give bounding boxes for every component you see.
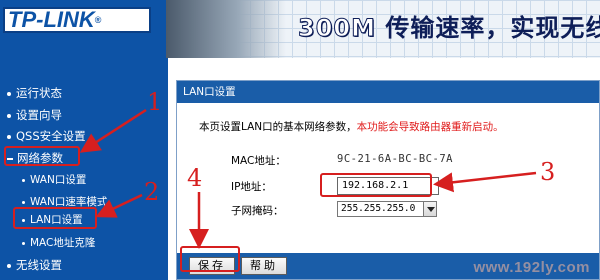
sidebar-item-label: WAN口设置 <box>30 174 87 186</box>
sidebar-item-wizard[interactable]: 设置向导 <box>7 108 62 122</box>
banner-slogan: 300M 传输速率，实现无线 <box>298 8 600 43</box>
sidebar-nav: 运行状态 设置向导 QSS安全设置 网络参数 WAN口设置 WAN口速率模式 L… <box>0 58 168 280</box>
banner-speed: 300M <box>298 14 376 43</box>
intro-text: 本页设置LAN口的基本网络参数， <box>199 121 357 133</box>
promo-banner: 300M 传输速率，实现无线 <box>166 0 600 58</box>
sidebar-item-wan[interactable]: WAN口设置 <box>22 173 86 187</box>
logo-text: TP-LINK <box>8 7 95 32</box>
bullet-icon <box>7 263 11 268</box>
help-button[interactable]: 帮助 <box>241 257 287 275</box>
panel-intro: 本页设置LAN口的基本网络参数，本功能会导致路由器重新启动。 <box>199 119 504 134</box>
annotation-number-4: 4 <box>187 164 203 192</box>
sidebar-item-label: 无线设置 <box>16 258 62 272</box>
mac-label: MAC地址： <box>231 155 286 167</box>
sidebar-item-label: 运行状态 <box>16 86 62 100</box>
annotation-box-save <box>180 246 240 272</box>
chevron-down-icon[interactable] <box>423 201 437 217</box>
bullet-icon <box>7 113 11 118</box>
sidebar-item-qss[interactable]: QSS安全设置 <box>7 129 86 143</box>
ip-label: IP地址： <box>231 181 272 193</box>
bullet-icon <box>22 178 25 182</box>
sidebar-item-label: QSS安全设置 <box>16 129 86 143</box>
bullet-icon <box>22 200 25 204</box>
subnet-mask-select[interactable]: 255.255.255.0 <box>337 201 425 217</box>
banner-graphic <box>166 0 286 58</box>
annotation-box-lan <box>13 207 97 229</box>
annotation-box-ip <box>320 173 432 197</box>
logo-registered-mark: ® <box>94 15 102 25</box>
annotation-number-2: 2 <box>144 178 160 206</box>
sidebar-item-wireless[interactable]: 无线设置 <box>7 258 62 272</box>
annotation-box-network <box>4 146 80 166</box>
annotation-number-1: 1 <box>147 88 163 116</box>
sidebar-item-label: MAC地址克隆 <box>30 237 96 249</box>
banner-slogan-text: 传输速率，实现无线 <box>385 14 600 42</box>
tp-link-logo: TP-LINK® <box>3 7 151 33</box>
mac-value: 9C-21-6A-BC-BC-7A <box>337 153 453 165</box>
bullet-icon <box>22 241 25 245</box>
bullet-icon <box>7 91 11 96</box>
bullet-icon <box>7 134 11 139</box>
subnet-mask-label: 子网掩码： <box>231 205 284 217</box>
sidebar-item-mac-clone[interactable]: MAC地址克隆 <box>22 236 95 250</box>
panel-title: LAN口设置 <box>177 81 599 103</box>
warning-text: 本功能会导致路由器重新启动。 <box>356 121 504 133</box>
annotation-number-3: 3 <box>540 158 556 186</box>
sidebar-item-status[interactable]: 运行状态 <box>7 86 62 100</box>
sidebar-item-label: 设置向导 <box>16 108 62 122</box>
header-banner: TP-LINK® 300M 传输速率，实现无线 <box>0 0 600 58</box>
site-watermark: www.192ly.com <box>473 259 590 276</box>
